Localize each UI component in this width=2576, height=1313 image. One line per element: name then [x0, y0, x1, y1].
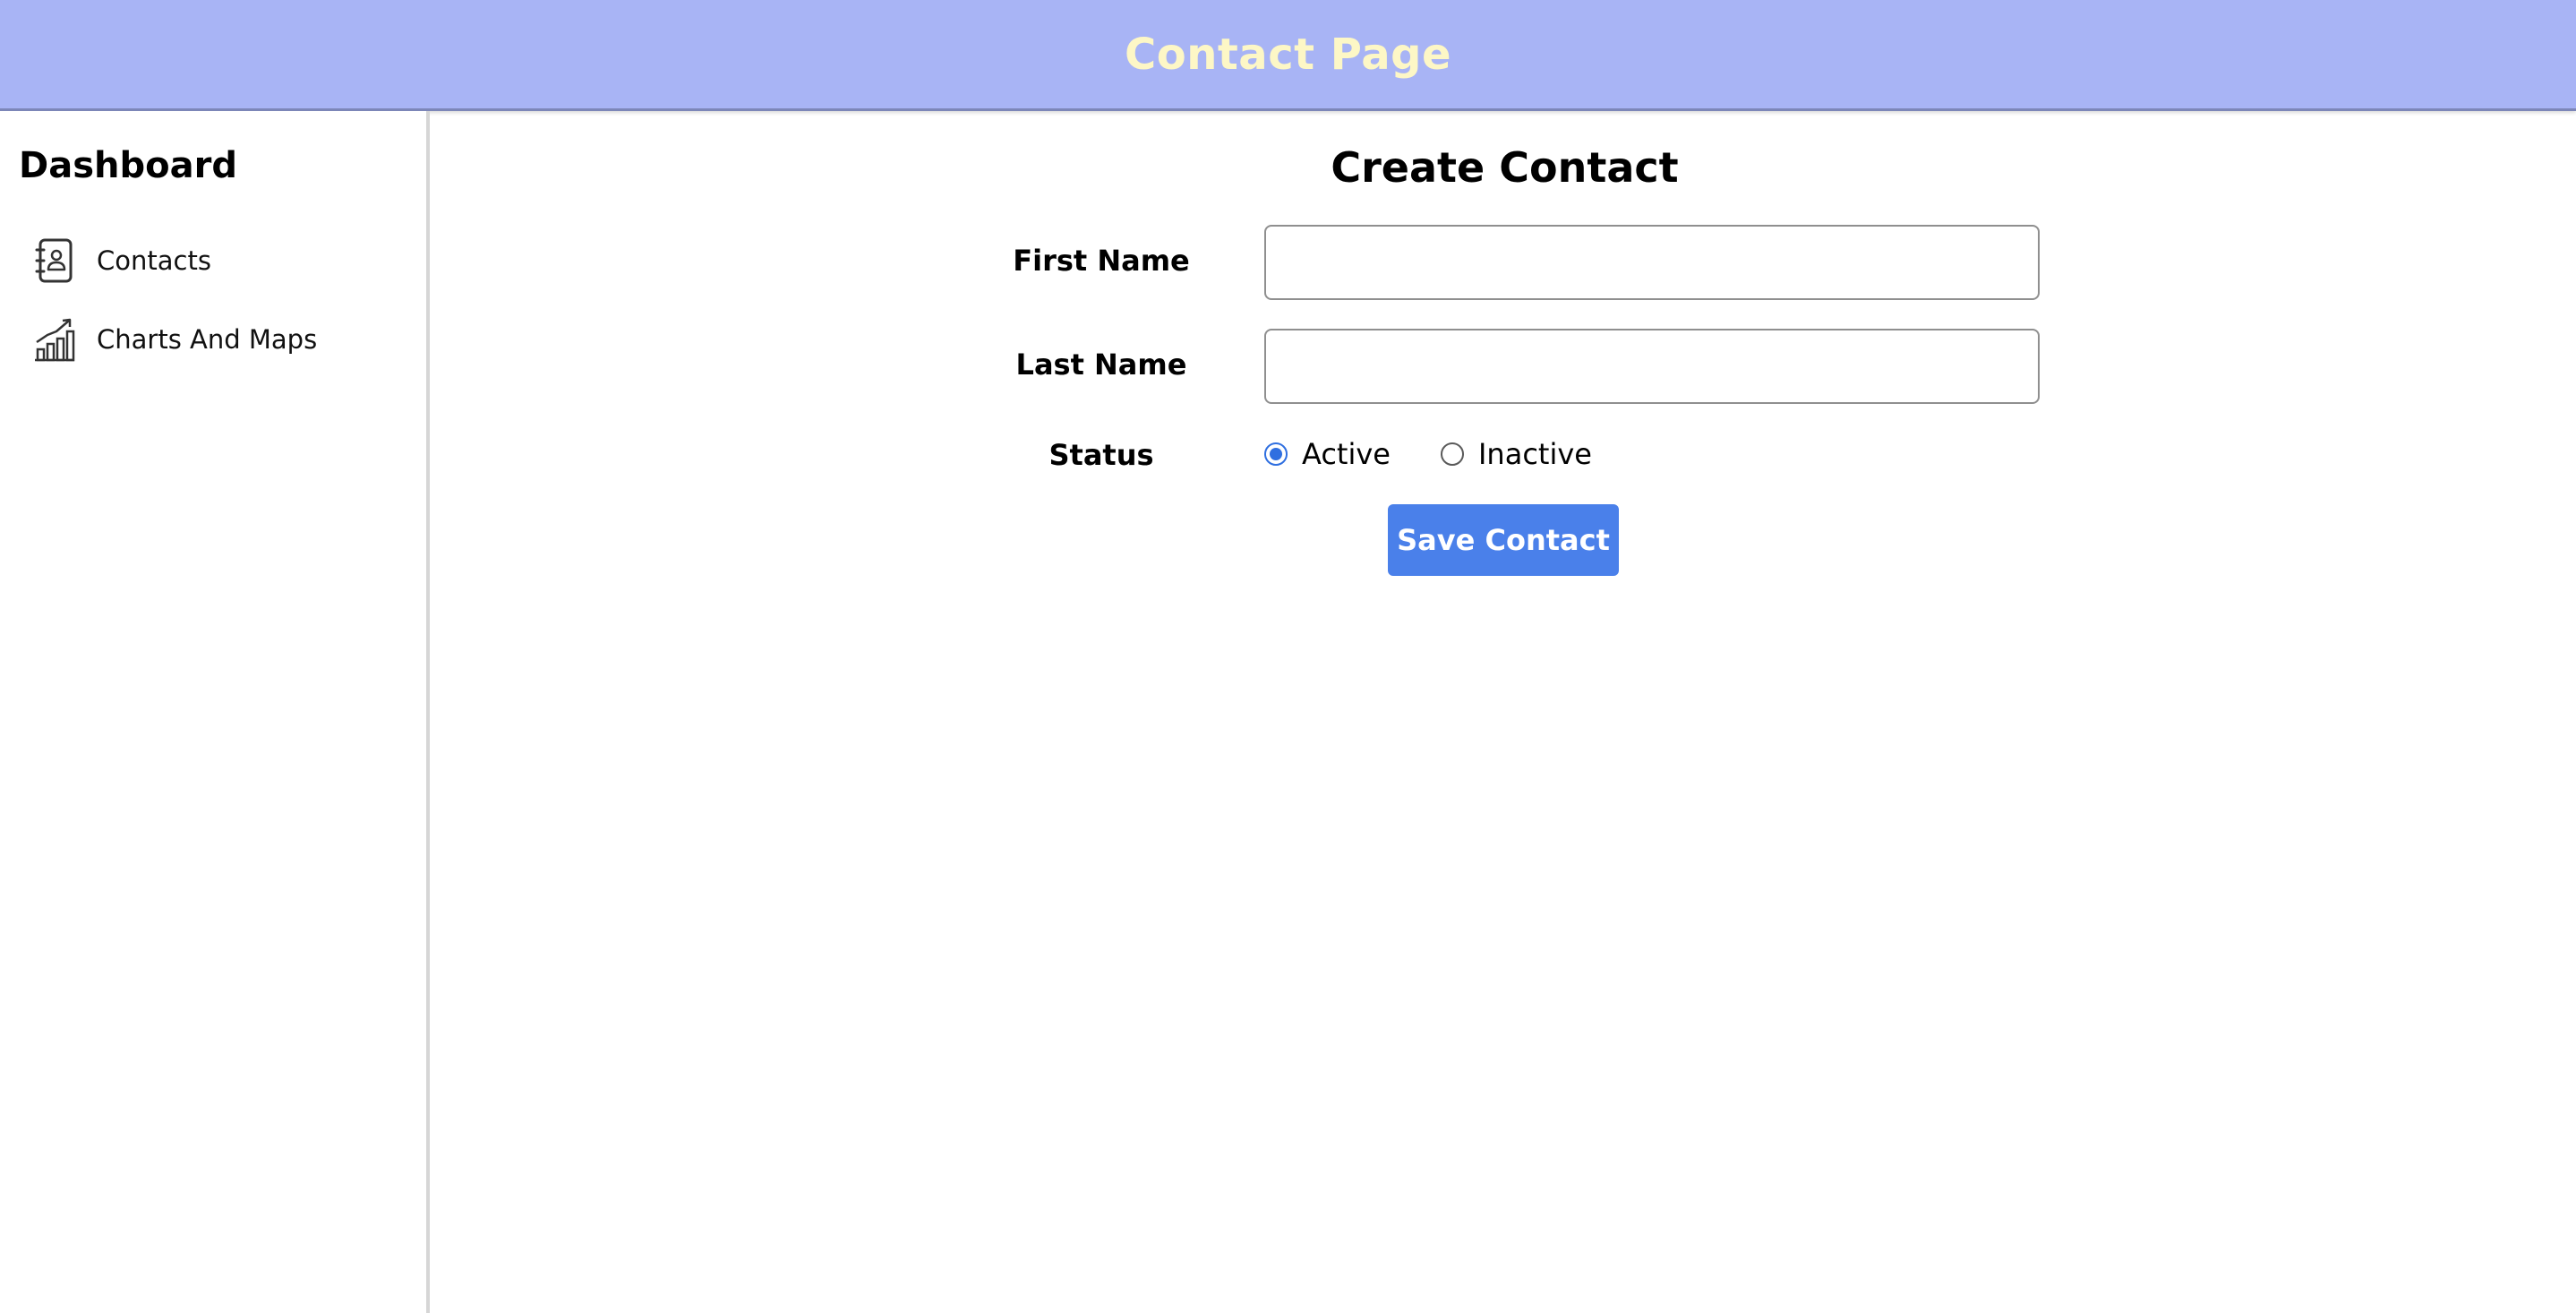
sidebar-item-label: Contacts	[97, 245, 211, 276]
chart-growth-icon	[32, 314, 77, 365]
main-content: Create Contact First Name Last Name Stat…	[433, 111, 2576, 1313]
status-option-inactive[interactable]: Inactive	[1440, 437, 1592, 471]
active-radio[interactable]	[1264, 442, 1288, 466]
save-contact-button[interactable]: Save Contact	[1388, 504, 1619, 576]
sidebar-title: Dashboard	[19, 145, 237, 186]
form-title-text: Create Contact	[1331, 143, 1679, 192]
inactive-radio[interactable]	[1440, 442, 1464, 466]
status-label: Status	[1048, 438, 1154, 472]
last-name-input[interactable]	[1264, 329, 2040, 404]
inactive-radio-label: Inactive	[1477, 437, 1592, 471]
status-option-active[interactable]: Active	[1264, 437, 1391, 471]
last-name-label: Last Name	[1015, 348, 1187, 382]
active-radio-label: Active	[1302, 437, 1391, 471]
first-name-input[interactable]	[1264, 225, 2040, 300]
page-title: Contact Page	[1124, 29, 1451, 80]
sidebar-item-label: Charts And Maps	[97, 324, 318, 355]
sidebar: Dashboard Contacts Charts And Maps	[0, 111, 430, 1313]
contact-book-icon	[32, 236, 77, 286]
sidebar-item-charts-and-maps[interactable]: Charts And Maps	[32, 313, 317, 366]
app-header: Contact Page	[0, 0, 2576, 111]
first-name-label: First Name	[1013, 244, 1190, 278]
status-radio-group: Active Inactive	[1264, 432, 1642, 476]
form-title: Create Contact	[433, 143, 2576, 192]
sidebar-item-contacts[interactable]: Contacts	[32, 234, 211, 287]
